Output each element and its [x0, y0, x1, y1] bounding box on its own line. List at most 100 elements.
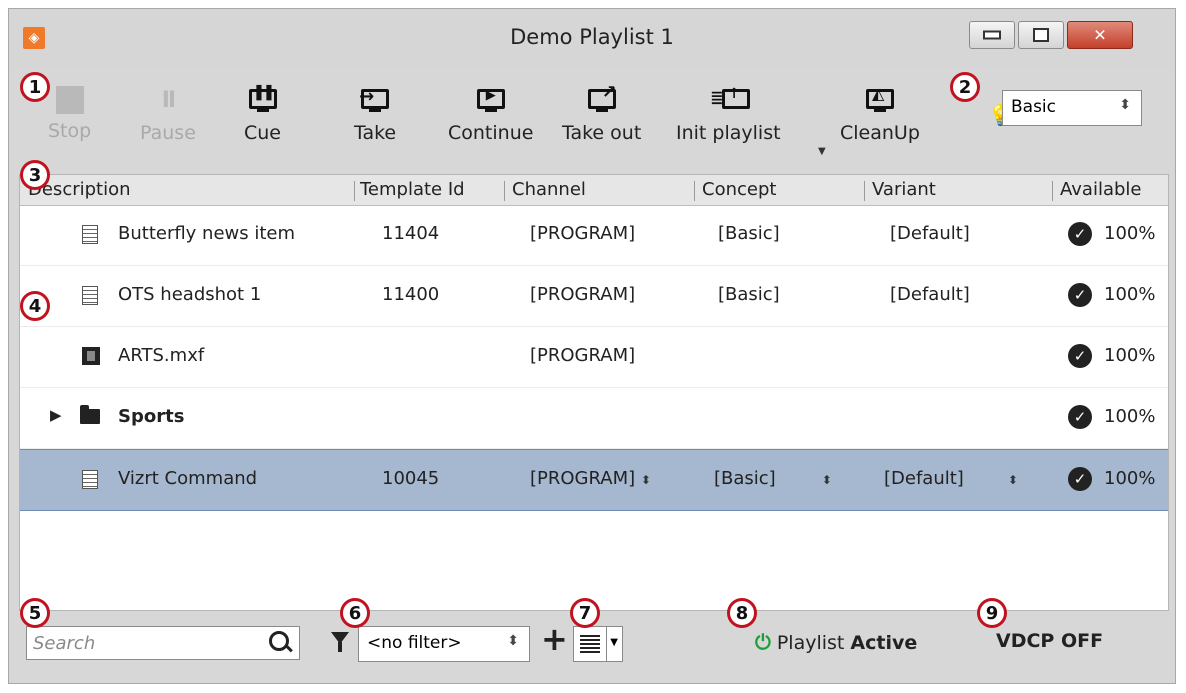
take-button[interactable]: → Take	[354, 86, 396, 144]
cleanup-label: CleanUp	[840, 122, 920, 144]
template-icon	[82, 286, 98, 305]
row-concept: [Basic]	[718, 284, 780, 305]
continue-icon: ▶	[473, 86, 509, 116]
table-row[interactable]: OTS headshot 1 11400 [PROGRAM] [Basic] […	[20, 266, 1168, 327]
row-description: Butterfly news item	[118, 223, 296, 244]
close-icon: ✕	[1093, 25, 1107, 45]
select-arrows-icon: ⬍	[821, 473, 832, 487]
minimize-button[interactable]	[969, 21, 1015, 49]
playlist-table: Description Template Id Channel Concept …	[19, 174, 1169, 611]
mode-select[interactable]: Basic ⬍	[1002, 90, 1142, 126]
row-channel: [PROGRAM]	[530, 223, 636, 244]
view-mode-button[interactable]: ▼	[573, 626, 623, 662]
row-available: 100%	[1104, 223, 1156, 244]
row-variant: [Default]	[890, 284, 970, 305]
pause-icon: II	[161, 88, 176, 113]
init-playlist-dropdown-icon[interactable]: ▼	[818, 146, 826, 157]
row-template-id: 11404	[382, 223, 440, 244]
channel-select-value: [PROGRAM]	[530, 468, 636, 489]
column-header-channel[interactable]: Channel	[512, 179, 586, 200]
row-template-id: 10045	[382, 468, 440, 489]
close-button[interactable]: ✕	[1067, 21, 1133, 49]
callout-badge-3: 3	[20, 160, 50, 190]
column-header-concept[interactable]: Concept	[702, 179, 776, 200]
column-header-available[interactable]: Available	[1060, 179, 1141, 200]
continue-label: Continue	[448, 122, 534, 144]
take-label: Take	[354, 122, 397, 144]
row-channel: [PROGRAM]	[530, 345, 636, 366]
folder-icon	[80, 405, 100, 424]
select-arrows-icon: ⬍	[1119, 97, 1131, 113]
cue-button[interactable]: ▌▌ Cue	[244, 86, 281, 144]
row-channel-select[interactable]: [PROGRAM] ⬍	[530, 468, 651, 489]
take-out-label: Take out	[562, 122, 642, 144]
take-icon: →	[357, 86, 393, 116]
table-row[interactable]: Butterfly news item 11404 [PROGRAM] [Bas…	[20, 205, 1168, 266]
stop-icon	[55, 86, 84, 114]
row-variant-select[interactable]: [Default] ⬍	[884, 468, 1018, 489]
playlist-status: ⏻ Playlist Active	[755, 630, 917, 654]
callout-badge-4: 4	[20, 291, 50, 321]
row-channel: [PROGRAM]	[530, 284, 636, 305]
init-playlist-label: Init playlist	[676, 122, 781, 144]
search-input[interactable]: Search	[26, 626, 300, 660]
vdcp-status: VDCP OFF	[996, 630, 1104, 652]
callout-badge-6: 6	[340, 598, 370, 628]
column-header-variant[interactable]: Variant	[872, 179, 936, 200]
take-out-button[interactable]: ↗ Take out	[562, 82, 642, 144]
callout-badge-2: 2	[950, 72, 980, 102]
continue-button[interactable]: ▶ Continue	[448, 86, 533, 144]
row-variant: [Default]	[890, 223, 970, 244]
table-row[interactable]: ARTS.mxf [PROGRAM] ✓ 100%	[20, 327, 1168, 388]
row-available: 100%	[1104, 284, 1156, 305]
status-value: Active	[850, 632, 918, 654]
pause-button[interactable]: II Pause	[140, 86, 196, 144]
power-icon: ⏻	[755, 630, 771, 654]
row-concept-select[interactable]: [Basic] ⬍	[714, 468, 832, 489]
list-view-icon	[580, 635, 600, 653]
maximize-button[interactable]	[1018, 21, 1064, 49]
chevron-down-icon[interactable]: ▼	[610, 637, 618, 648]
search-icon[interactable]	[269, 631, 289, 651]
filter-icon	[331, 632, 349, 652]
init-playlist-icon: ≣ ↑	[710, 86, 751, 116]
cue-label: Cue	[244, 122, 281, 144]
take-out-icon: ↗	[584, 82, 620, 116]
status-prefix: Playlist	[776, 632, 845, 654]
check-circle-icon: ✓	[1068, 467, 1092, 491]
filter-select[interactable]: <no filter> ⬍	[358, 626, 530, 662]
callout-badge-7: 7	[570, 598, 600, 628]
search-placeholder: Search	[33, 633, 96, 654]
callout-badge-1: 1	[20, 72, 50, 102]
table-row-selected[interactable]: Vizrt Command 10045 [PROGRAM] ⬍ [Basic] ⬍…	[20, 449, 1168, 511]
template-icon	[82, 470, 98, 489]
check-circle-icon: ✓	[1068, 283, 1092, 307]
row-available: 100%	[1104, 468, 1156, 489]
filter-select-value: <no filter>	[367, 633, 462, 653]
template-icon	[82, 225, 98, 244]
callout-badge-8: 8	[727, 598, 757, 628]
variant-select-value: [Default]	[884, 468, 964, 489]
callout-badge-9: 9	[977, 598, 1007, 628]
pause-label: Pause	[140, 122, 196, 144]
init-playlist-button[interactable]: ≣ ↑ Init playlist	[676, 86, 781, 144]
mode-select-value: Basic	[1011, 97, 1057, 117]
select-arrows-icon: ⬍	[507, 633, 519, 649]
table-row[interactable]: ▶ Sports ✓ 100%	[20, 388, 1168, 449]
row-available: 100%	[1104, 406, 1156, 427]
add-filter-button[interactable]: +	[541, 620, 568, 658]
cleanup-button[interactable]: ◭ CleanUp	[840, 84, 920, 144]
stop-label: Stop	[48, 120, 92, 142]
concept-select-value: [Basic]	[714, 468, 776, 489]
row-description: Sports	[118, 406, 185, 427]
cleanup-icon: ◭	[862, 84, 898, 116]
video-file-icon	[82, 347, 100, 365]
stop-button[interactable]: Stop	[48, 86, 91, 142]
column-header-template-id[interactable]: Template Id	[360, 179, 465, 200]
select-arrows-icon: ⬍	[640, 473, 651, 487]
row-template-id: 11400	[382, 284, 440, 305]
row-available: 100%	[1104, 345, 1156, 366]
table-header: Description Template Id Channel Concept …	[20, 175, 1168, 206]
cue-icon: ▌▌	[245, 86, 281, 116]
expand-arrow-icon[interactable]: ▶	[50, 406, 62, 424]
